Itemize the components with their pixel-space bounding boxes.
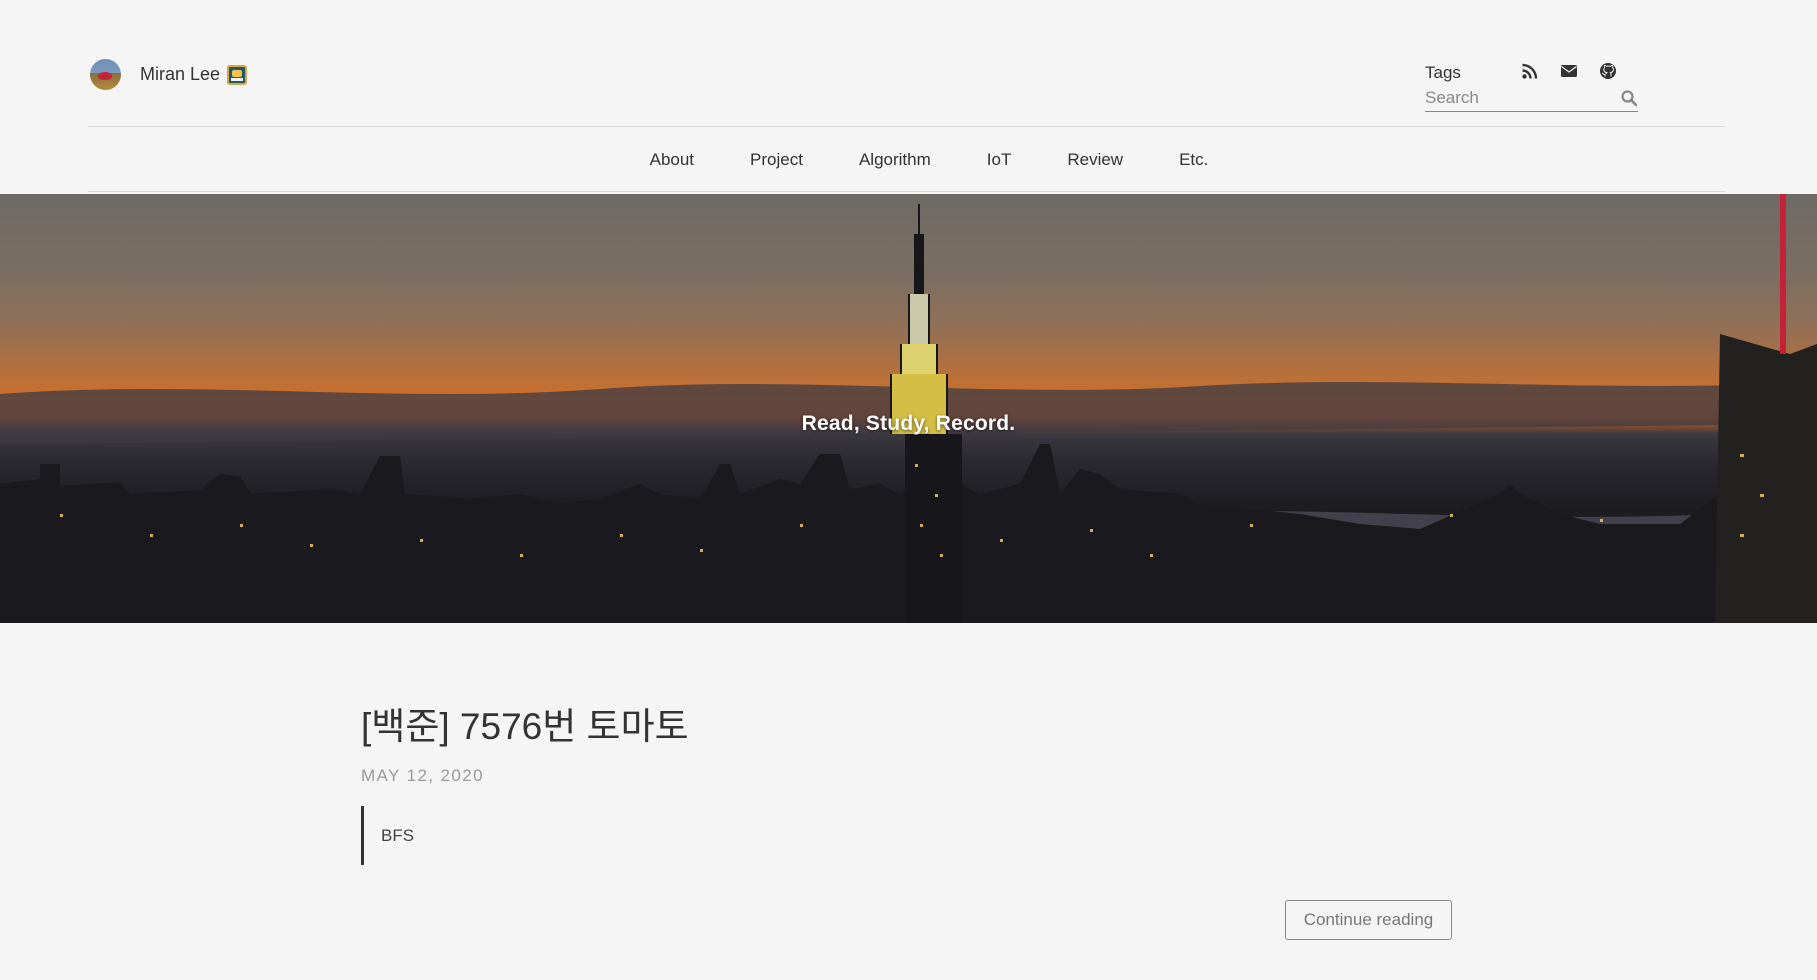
brand-link[interactable]: Miran Lee [90,59,248,90]
github-icon[interactable] [1599,62,1617,80]
page: Miran Lee Tags About Project [0,0,1817,980]
rss-icon[interactable] [1521,62,1539,80]
brand-name: Miran Lee [140,64,221,84]
hero-tagline: Read, Study, Record. [801,412,1016,435]
post-date: MAY 12, 2020 [361,766,484,785]
header-divider [88,126,1725,127]
tags-link[interactable]: Tags [1425,63,1461,83]
nav-item-project[interactable]: Project [722,150,831,170]
laptop-emoji-icon [227,64,248,85]
post-excerpt-text: BFS [381,825,415,845]
search-icon[interactable] [1620,89,1638,107]
post-title[interactable]: [백준] 7576번 토마토 [361,696,689,750]
hero-banner: Read, Study, Record. [0,194,1817,623]
search-input[interactable] [1425,86,1615,110]
nav-item-about[interactable]: About [622,150,722,170]
post-excerpt: BFS [361,806,414,865]
nav-item-etc[interactable]: Etc. [1151,150,1236,170]
city-skyline-image [0,194,1817,623]
social-links [1521,62,1617,80]
nav-list: About Project Algorithm IoT Review Etc. [622,150,1237,170]
nav-item-algorithm[interactable]: Algorithm [831,150,959,170]
nav-divider [88,191,1725,192]
continue-reading-button[interactable]: Continue reading [1285,900,1452,940]
avatar [90,59,121,90]
envelope-icon[interactable] [1560,62,1578,80]
nav-item-review[interactable]: Review [1039,150,1151,170]
nav-item-iot[interactable]: IoT [959,150,1040,170]
search-box [1425,86,1638,112]
main-nav: About Project Algorithm IoT Review Etc. [0,150,1817,170]
